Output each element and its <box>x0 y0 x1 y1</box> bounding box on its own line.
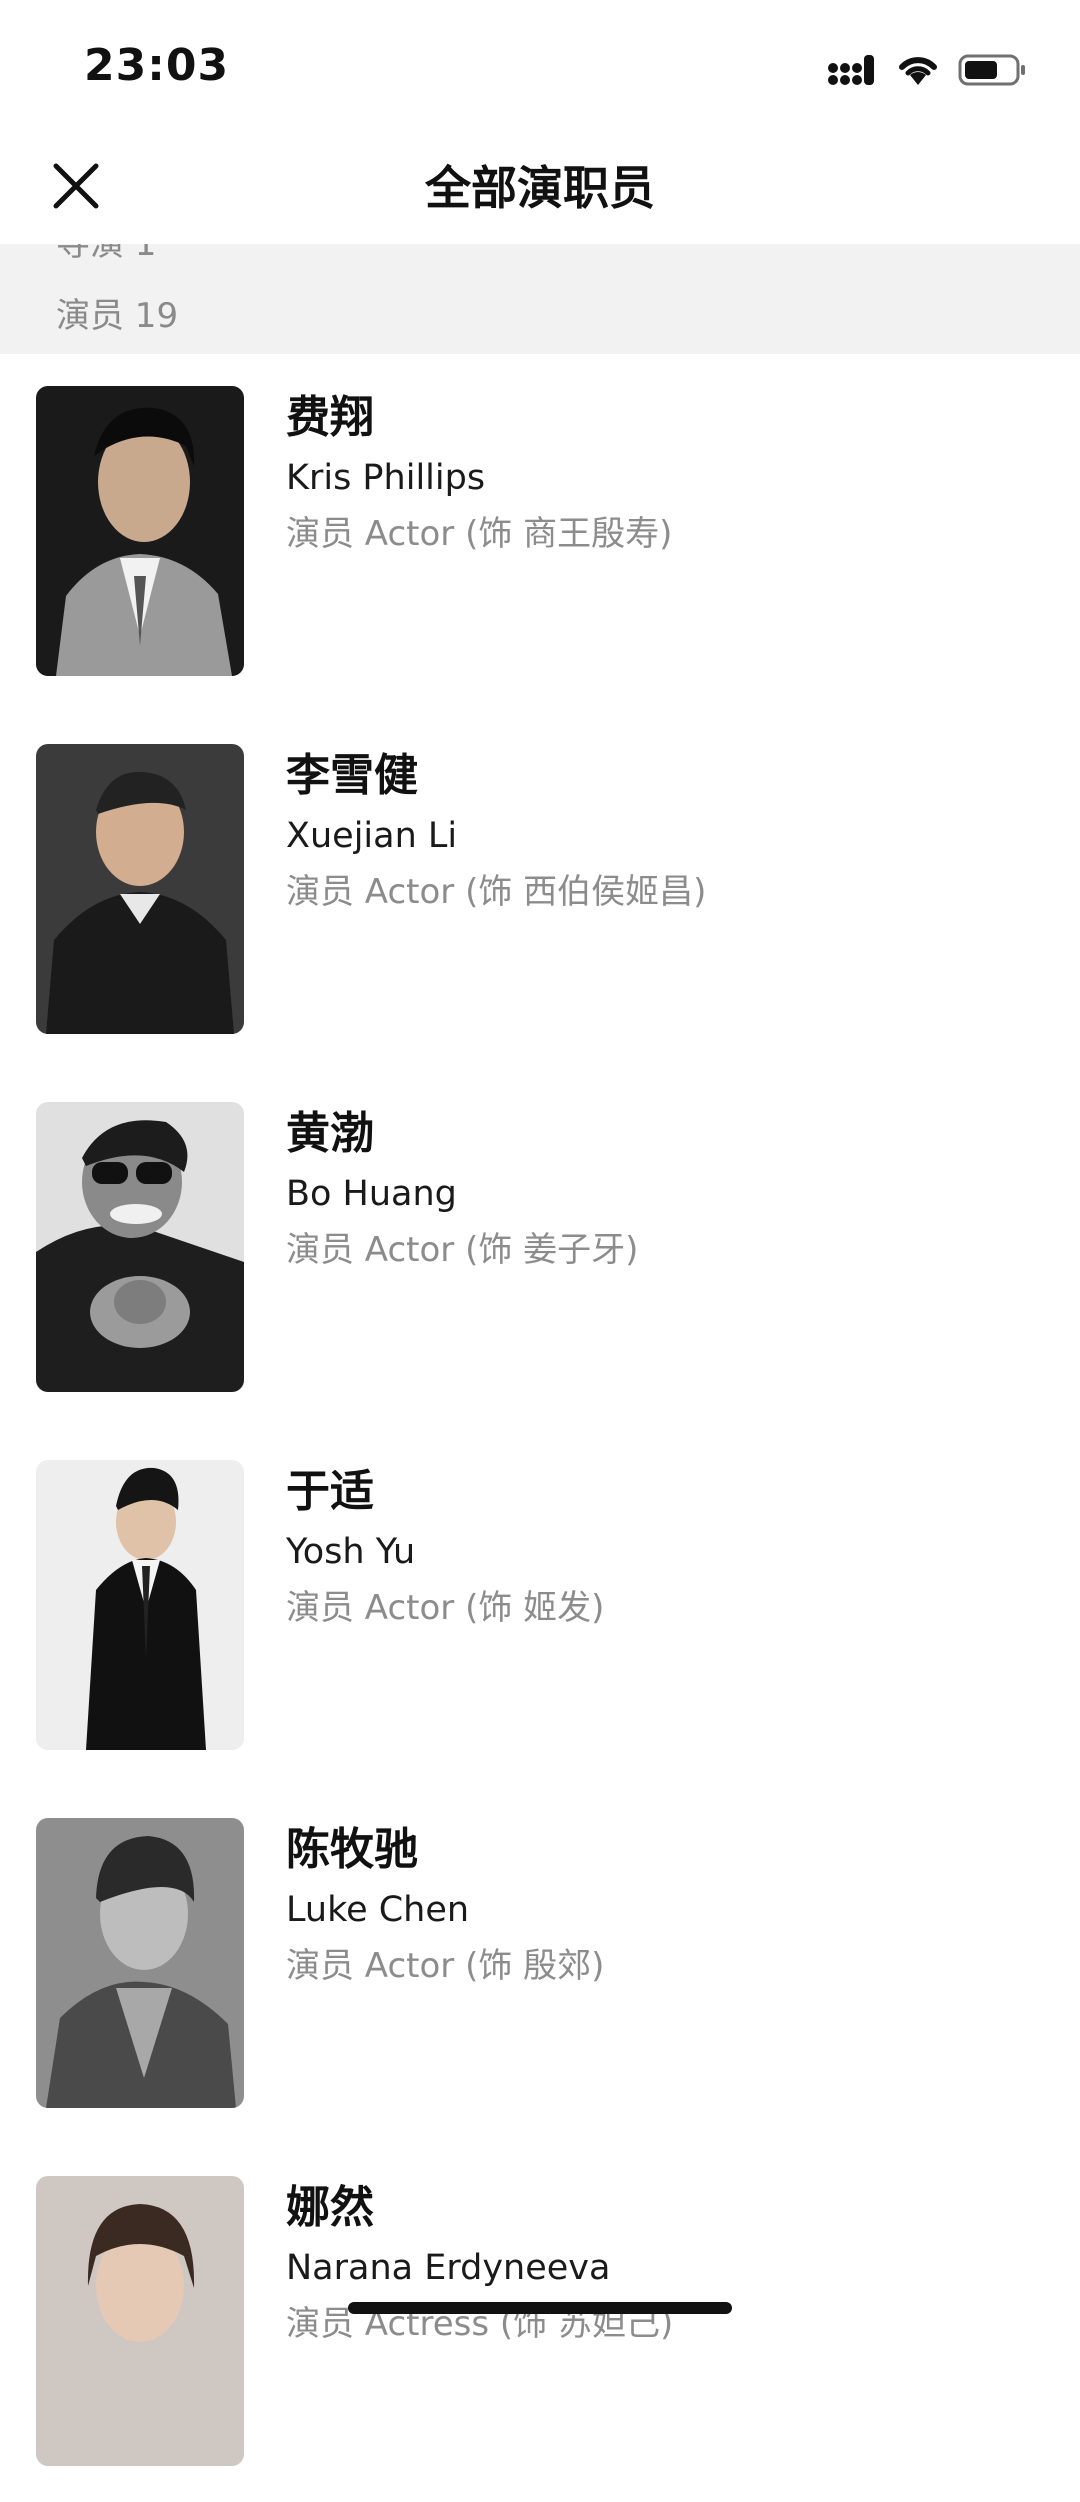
cast-name-en: Yosh Yu <box>286 1532 416 1572</box>
cast-name-en: Bo Huang <box>286 1174 457 1214</box>
cast-row[interactable]: 黄渤 Bo Huang 演员 Actor (饰 姜子牙) <box>0 1070 1080 1428</box>
cast-row[interactable]: 李雪健 Xuejian Li 演员 Actor (饰 西伯侯姬昌) <box>0 712 1080 1070</box>
cast-role: 演员 Actor (饰 殷郊) <box>286 1946 605 1986</box>
cast-photo <box>36 1818 244 2108</box>
cast-role: 演员 Actor (饰 西伯侯姬昌) <box>286 872 707 912</box>
cast-row[interactable]: 娜然 Narana Erdyneeva 演员 Actress (饰 苏妲己) <box>0 2144 1080 2502</box>
cast-name-cn: 李雪健 <box>286 750 418 801</box>
cast-photo <box>36 386 244 676</box>
cast-name-en: Kris Phillips <box>286 458 486 498</box>
cast-name-en: Narana Erdyneeva <box>286 2248 611 2288</box>
home-indicator[interactable] <box>348 2302 732 2314</box>
status-time: 23:03 <box>84 40 230 91</box>
battery-icon <box>958 53 1028 87</box>
cast-photo <box>36 744 244 1034</box>
section-link-directors[interactable]: 导演 1 <box>56 244 156 264</box>
section-index: 导演 1 演员 19 <box>0 244 1080 354</box>
page-title: 全部演职员 <box>425 161 655 215</box>
cast-row[interactable]: 于适 Yosh Yu 演员 Actor (饰 姬发) <box>0 1428 1080 1786</box>
cast-name-en: Luke Chen <box>286 1890 470 1930</box>
signal-icon <box>828 53 878 87</box>
cast-name-cn: 陈牧驰 <box>286 1824 418 1875</box>
header: 全部演职员 <box>0 132 1080 244</box>
cast-role: 演员 Actor (饰 商王殷寿) <box>286 514 673 554</box>
section-link-actors[interactable]: 演员 19 <box>56 296 178 336</box>
cast-row[interactable]: 费翔 Kris Phillips 演员 Actor (饰 商王殷寿) <box>0 354 1080 712</box>
status-icons <box>828 50 1028 90</box>
wifi-icon <box>896 53 940 87</box>
cast-name-cn: 于适 <box>286 1466 374 1517</box>
cast-name-cn: 娜然 <box>286 2182 374 2233</box>
cast-name-cn: 黄渤 <box>286 1108 374 1159</box>
cast-photo <box>36 1102 244 1392</box>
cast-name-en: Xuejian Li <box>286 816 458 856</box>
cast-photo <box>36 2176 244 2466</box>
cast-row[interactable]: 陈牧驰 Luke Chen 演员 Actor (饰 殷郊) <box>0 1786 1080 2144</box>
cast-photo <box>36 1460 244 1750</box>
cast-name-cn: 费翔 <box>286 392 374 443</box>
cast-role: 演员 Actor (饰 姬发) <box>286 1588 605 1628</box>
status-bar: 23:03 <box>0 0 1080 132</box>
cast-role: 演员 Actor (饰 姜子牙) <box>286 1230 639 1270</box>
